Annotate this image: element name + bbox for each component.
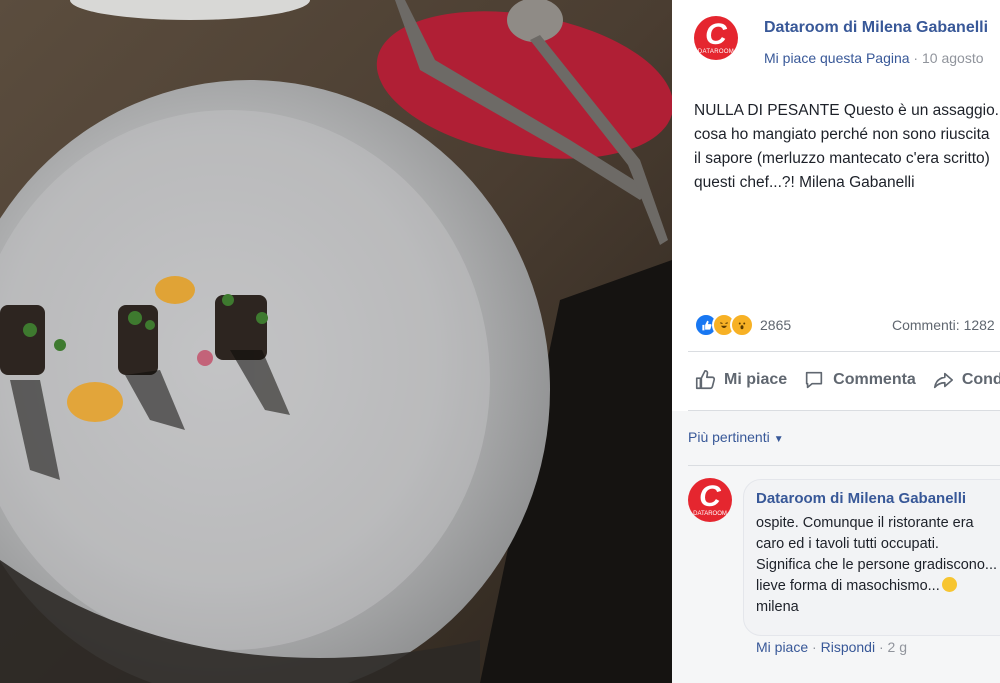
comment-signature: milena <box>756 599 799 615</box>
comment-line: lieve forma di masochismo... <box>756 576 1000 597</box>
post-meta: Mi piace questa Pagina · 10 agosto <box>764 50 984 66</box>
reactions-count: 2865 <box>760 317 792 333</box>
divider <box>688 465 1000 466</box>
logo-subtext: DATAROOM <box>697 49 735 55</box>
post-date[interactable]: 10 agosto <box>922 50 984 66</box>
comment-sort-dropdown[interactable]: Più pertinenti ▼ <box>688 429 784 445</box>
post-text: NULLA DI PESANTE Questo è un assaggio...… <box>694 99 1000 195</box>
comment-bubble: Dataroom di Milena Gabanelli ospite. Com… <box>743 479 1000 636</box>
comment-line: ospite. Comunque il ristorante era <box>756 515 974 531</box>
post-actions: Mi piace Commenta Condividi <box>694 364 1000 396</box>
post-text-line: questi chef...?! Milena Gabanelli <box>694 174 915 191</box>
share-button[interactable]: Condividi <box>932 369 1000 391</box>
like-label: Mi piace <box>724 371 788 388</box>
post-panel: C DATAROOM Dataroom di Milena Gabanelli … <box>672 0 1000 683</box>
comment-line: Significa che le persone gradiscono... <box>756 557 998 573</box>
share-label: Condividi <box>961 371 1000 388</box>
smile-emoji-icon <box>941 577 957 592</box>
caret-down-icon: ▼ <box>773 434 784 445</box>
thumbs-up-icon <box>695 370 716 390</box>
divider <box>688 351 1000 352</box>
comment-reply-link[interactable]: Rispondi <box>821 639 875 655</box>
comment-text: ospite. Comunque il ristorante era caro … <box>756 513 1000 618</box>
post-text-line: cosa ho mangiato perché non sono riuscit… <box>694 126 990 143</box>
comment-button[interactable]: Commenta <box>803 369 916 391</box>
like-page-link[interactable]: Mi piace questa Pagina <box>764 50 910 66</box>
comment-line-text: lieve forma di masochismo... <box>756 578 940 594</box>
logo-letter: C <box>705 18 727 51</box>
reactions-summary[interactable]: 2865 <box>694 313 792 337</box>
comment-line: caro ed i tavoli tutti occupati. <box>756 536 939 552</box>
comment-like-link[interactable]: Mi piace <box>756 639 808 655</box>
page-avatar[interactable]: C DATAROOM <box>694 16 738 60</box>
page-name-link[interactable]: Dataroom di Milena Gabanelli <box>764 19 988 37</box>
like-button[interactable]: Mi piace <box>694 369 787 391</box>
comment-author-avatar[interactable]: C DATAROOM <box>688 478 732 522</box>
post-photo[interactable] <box>0 0 672 683</box>
sort-label: Più pertinenti <box>688 429 770 445</box>
post-text-line: il sapore (merluzzo mantecato c'era scri… <box>694 150 990 167</box>
comment-time[interactable]: 2 g <box>888 639 907 655</box>
comment-icon <box>805 371 823 389</box>
wow-reaction-icon <box>730 313 754 337</box>
comments-count-link[interactable]: Commenti: 1282 <box>892 317 995 333</box>
comment-actions: Mi piace · Rispondi · 2 g <box>756 639 907 655</box>
logo-letter: C <box>699 480 721 513</box>
comment-author-link[interactable]: Dataroom di Milena Gabanelli <box>756 490 966 507</box>
post-text-line: NULLA DI PESANTE Questo è un assaggio... <box>694 102 1000 119</box>
share-icon <box>933 372 953 389</box>
comment-label: Commenta <box>833 371 916 388</box>
meta-separator: · <box>909 50 922 66</box>
logo-subtext: DATAROOM <box>693 511 727 517</box>
